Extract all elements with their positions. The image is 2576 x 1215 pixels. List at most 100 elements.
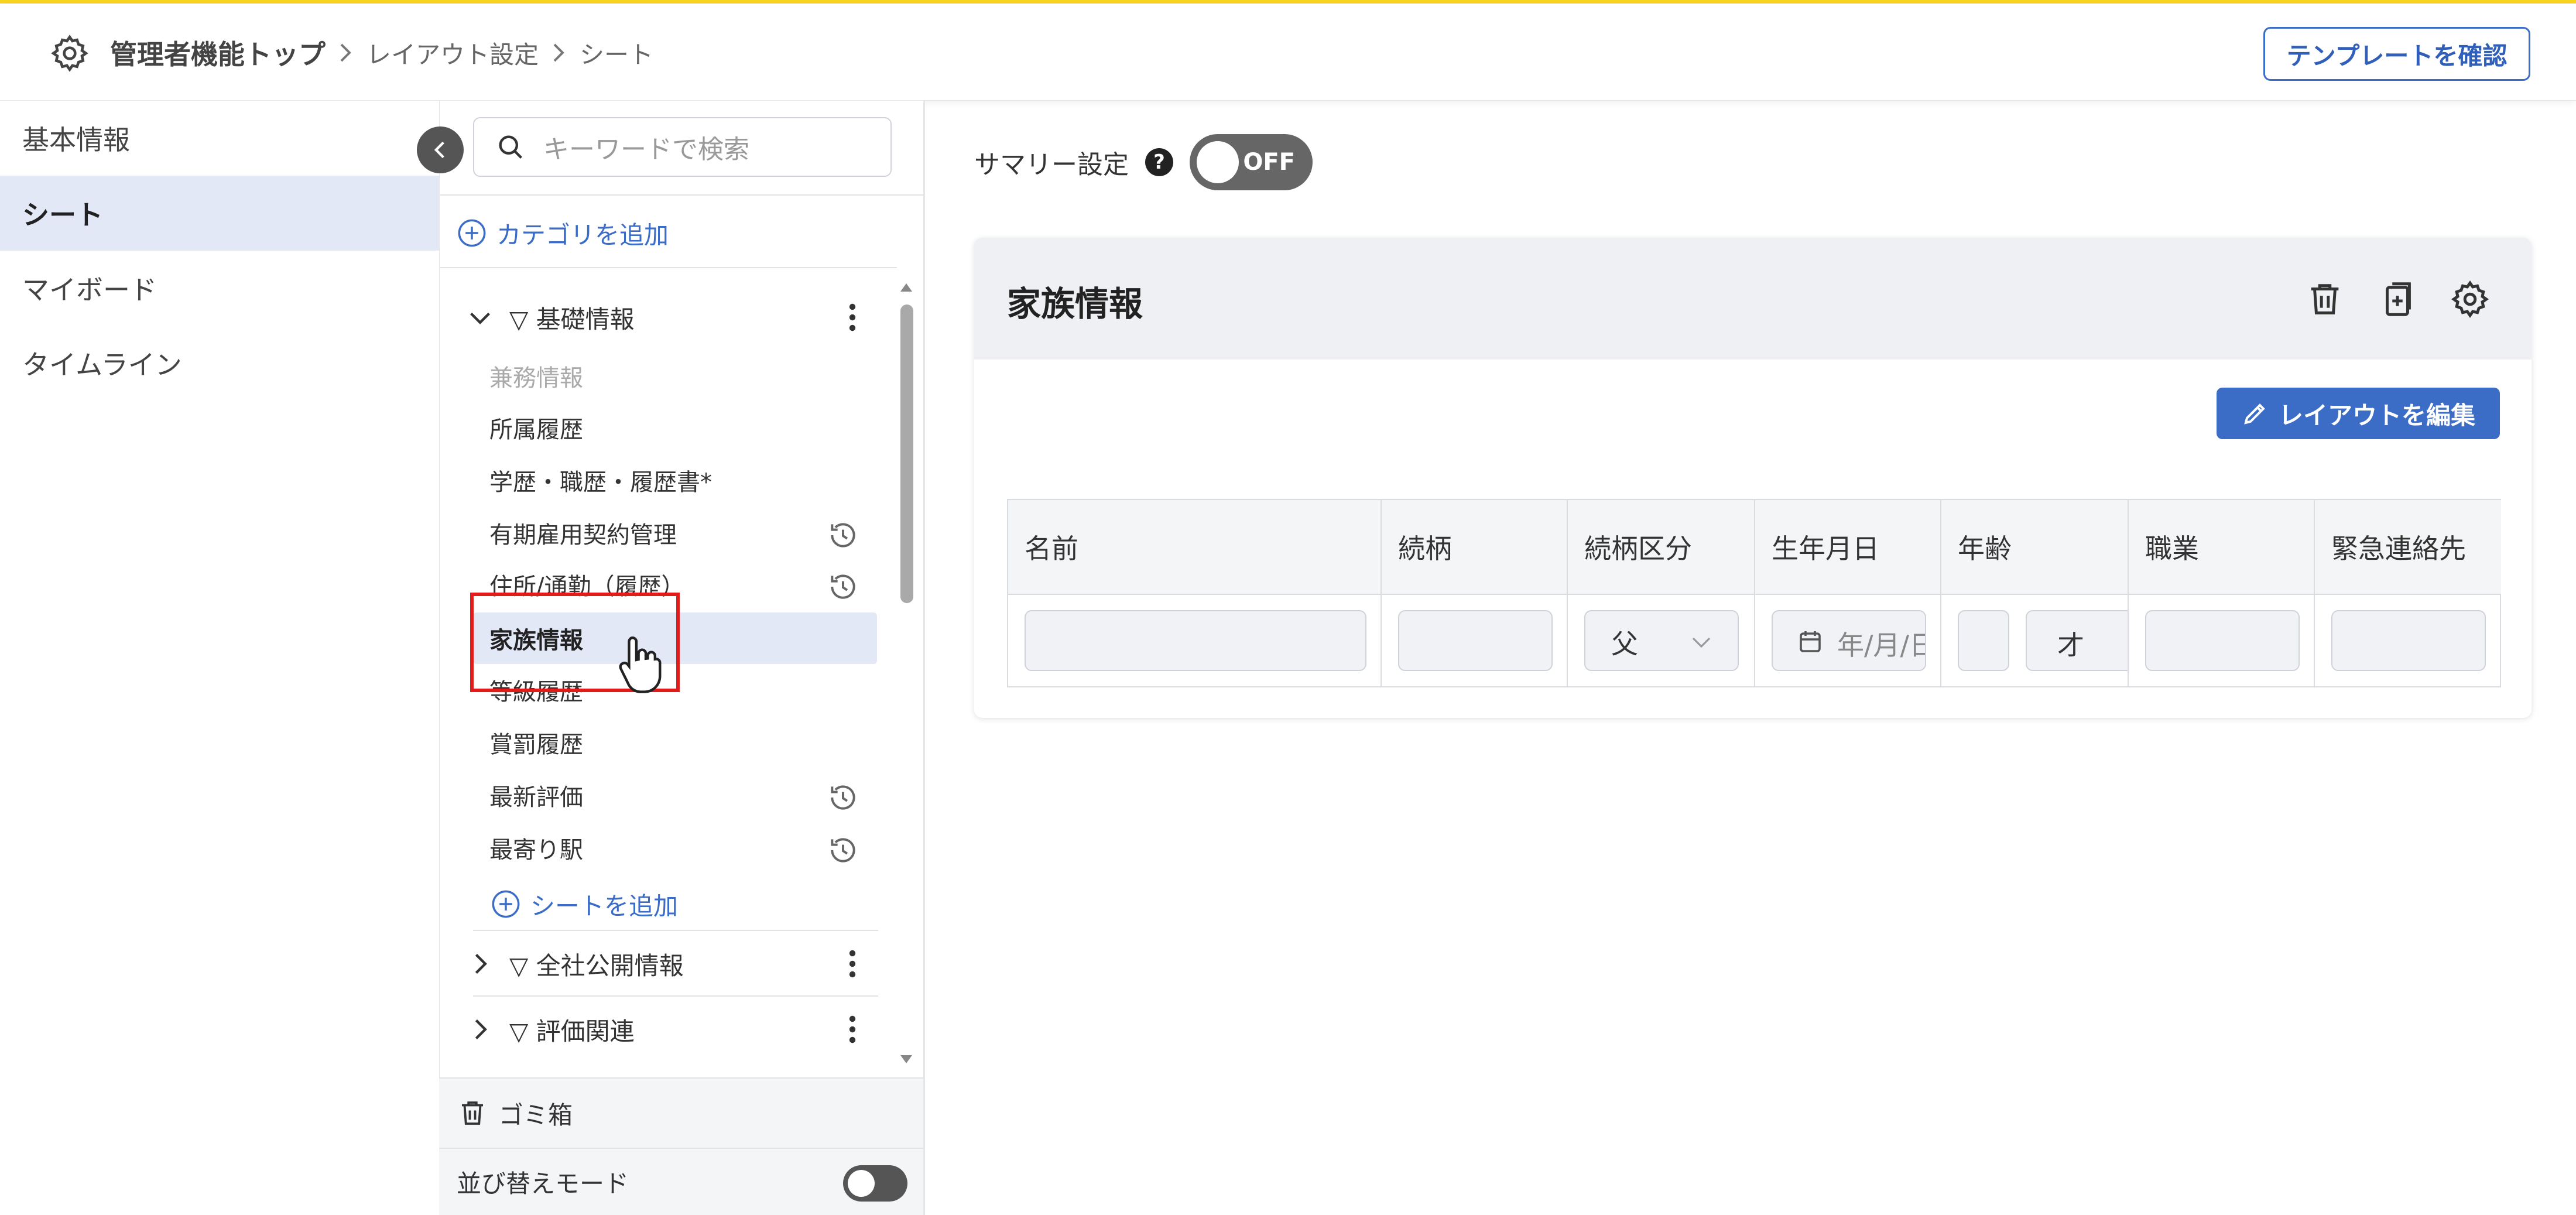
toggle-state-label: OFF: [1243, 149, 1295, 176]
history-icon: [831, 838, 855, 863]
app-header: 管理者機能トップ レイアウト設定 シート テンプレートを確認: [0, 4, 2576, 101]
sheet-item[interactable]: 最寄り駅: [473, 822, 877, 874]
collapse-panel-button[interactable]: [417, 126, 464, 173]
more-vertical-icon[interactable]: [841, 946, 864, 981]
edit-layout-button[interactable]: レイアウトを編集: [2217, 388, 2500, 439]
category-label: ▽ 評価関連: [509, 1017, 635, 1046]
sheet-item[interactable]: 兼務情報: [473, 350, 877, 402]
family-table: 名前 続柄 続柄区分 生年月日 年齢 職業 緊急連絡先 父 年/月/日: [1007, 499, 2501, 687]
category-label: ▽ 全社公開情報: [509, 951, 684, 980]
table-cell: 父: [1568, 595, 1755, 687]
sheet-card: 家族情報 レイアウトを編集 名前 続柄 続柄区分 生年月日 年齢 職業 緊急連絡…: [974, 238, 2532, 718]
sheet-label: 最寄り駅: [489, 837, 583, 864]
trash-icon[interactable]: [2304, 279, 2345, 320]
category-row-basic[interactable]: ▽ 基礎情報: [457, 288, 878, 347]
age-unit: 才: [2057, 629, 2084, 661]
scrollbar-thumb[interactable]: [900, 304, 913, 603]
column-header: 生年月日: [1755, 500, 1941, 595]
nav-item-sheet[interactable]: シート: [0, 176, 439, 251]
divider: [440, 267, 897, 268]
category-row-company[interactable]: ▽ 全社公開情報: [457, 935, 878, 993]
column-header: 名前: [1008, 500, 1382, 595]
chevron-down-icon: [1692, 637, 1711, 648]
sheet-search-input[interactable]: キーワードで検索: [473, 117, 892, 177]
divider: [473, 930, 878, 931]
breadcrumb-layout-settings[interactable]: レイアウト設定: [366, 35, 539, 71]
more-vertical-icon[interactable]: [841, 1012, 864, 1047]
edit-layout-label: レイアウトを編集: [2278, 401, 2475, 430]
name-input[interactable]: [1025, 610, 1366, 671]
add-sheet-label: シートを追加: [530, 891, 679, 920]
relation-input[interactable]: [1398, 610, 1553, 671]
breadcrumb: 管理者機能トップ レイアウト設定 シート: [110, 34, 653, 71]
age-input[interactable]: [1958, 610, 2009, 671]
date-placeholder: 年/月/日: [1837, 629, 1925, 661]
check-template-button[interactable]: テンプレートを確認: [2263, 27, 2530, 81]
sheet-label: 所属履歴: [489, 416, 583, 443]
column-header: 緊急連絡先: [2315, 500, 2501, 595]
add-category-label: カテゴリを追加: [496, 220, 669, 249]
age-unit-box: 才: [2026, 610, 2128, 671]
nav-item-myboard[interactable]: マイボード: [0, 251, 439, 326]
category-label: ▽ 基礎情報: [509, 304, 635, 334]
table-cell: [2129, 595, 2315, 687]
sheet-label: 学歴・職歴・履歴書*: [489, 469, 712, 496]
nav-item-basic-info[interactable]: 基本情報: [0, 101, 439, 176]
table-cell: [1008, 595, 1382, 687]
sheet-item[interactable]: 所属履歴: [473, 402, 877, 453]
pencil-icon: [2244, 403, 2265, 425]
help-icon[interactable]: ?: [1145, 148, 1173, 176]
sheet-item[interactable]: 賞罰履歴: [473, 717, 877, 768]
chevron-right-icon[interactable]: [457, 946, 503, 981]
relation-category-select[interactable]: 父: [1584, 610, 1739, 671]
nav-item-timeline[interactable]: タイムライン: [0, 326, 439, 401]
summary-setting: サマリー設定 ? OFF: [974, 134, 1313, 190]
chevron-right-icon[interactable]: [457, 1012, 503, 1047]
history-icon: [831, 574, 855, 599]
sort-mode-toggle[interactable]: [843, 1165, 907, 1202]
column-header: 続柄: [1382, 500, 1568, 595]
more-vertical-icon[interactable]: [841, 300, 864, 335]
summary-label: サマリー設定: [974, 150, 1129, 180]
card-title: 家族情報: [1007, 284, 1143, 324]
history-icon: [831, 785, 855, 810]
add-category-link[interactable]: カテゴリを追加: [457, 215, 669, 251]
select-value: 父: [1611, 628, 1638, 660]
emergency-contact-input[interactable]: [2331, 610, 2486, 671]
divider: [440, 194, 923, 196]
breadcrumb-admin-top[interactable]: 管理者機能トップ: [110, 33, 326, 72]
divider: [473, 995, 878, 997]
sheet-label: 兼務情報: [489, 365, 583, 392]
search-icon: [499, 135, 522, 159]
gear-icon: [51, 35, 88, 72]
summary-toggle[interactable]: OFF: [1190, 134, 1313, 190]
column-header: 職業: [2129, 500, 2315, 595]
hand-pointer-icon: [619, 636, 662, 693]
column-header: 続柄区分: [1568, 500, 1755, 595]
trash-icon: [462, 1101, 483, 1125]
occupation-input[interactable]: [2145, 610, 2300, 671]
left-nav: 基本情報 シート マイボード タイムライン: [0, 101, 439, 1215]
card-header: 家族情報: [974, 238, 2532, 360]
category-row-evaluation[interactable]: ▽ 評価関連: [457, 1000, 878, 1059]
add-sheet-link[interactable]: シートを追加: [491, 887, 678, 922]
table-cell: [2315, 595, 2501, 687]
column-header: 年齢: [1941, 500, 2129, 595]
plus-circle-icon: [458, 219, 486, 247]
sheet-label: 最新評価: [489, 784, 583, 811]
sheet-item[interactable]: 最新評価: [473, 769, 877, 821]
history-icon: [831, 523, 855, 547]
chevron-right-icon: [539, 34, 580, 71]
trash-label: ゴミ箱: [499, 1100, 573, 1130]
sheet-item[interactable]: 有期雇用契約管理: [473, 507, 877, 559]
chevron-down-icon[interactable]: [457, 300, 503, 335]
copy-icon[interactable]: [2377, 279, 2418, 320]
sheet-item[interactable]: 学歴・職歴・履歴書*: [473, 454, 877, 506]
trash-row[interactable]: ゴミ箱: [439, 1077, 923, 1148]
table-cell: [1382, 595, 1568, 687]
birthdate-input[interactable]: 年/月/日: [1772, 610, 1926, 671]
table-cell: 才: [1941, 595, 2129, 687]
chevron-left-icon: [434, 141, 444, 159]
gear-icon[interactable]: [2450, 279, 2491, 320]
breadcrumb-sheet: シート: [580, 40, 654, 69]
